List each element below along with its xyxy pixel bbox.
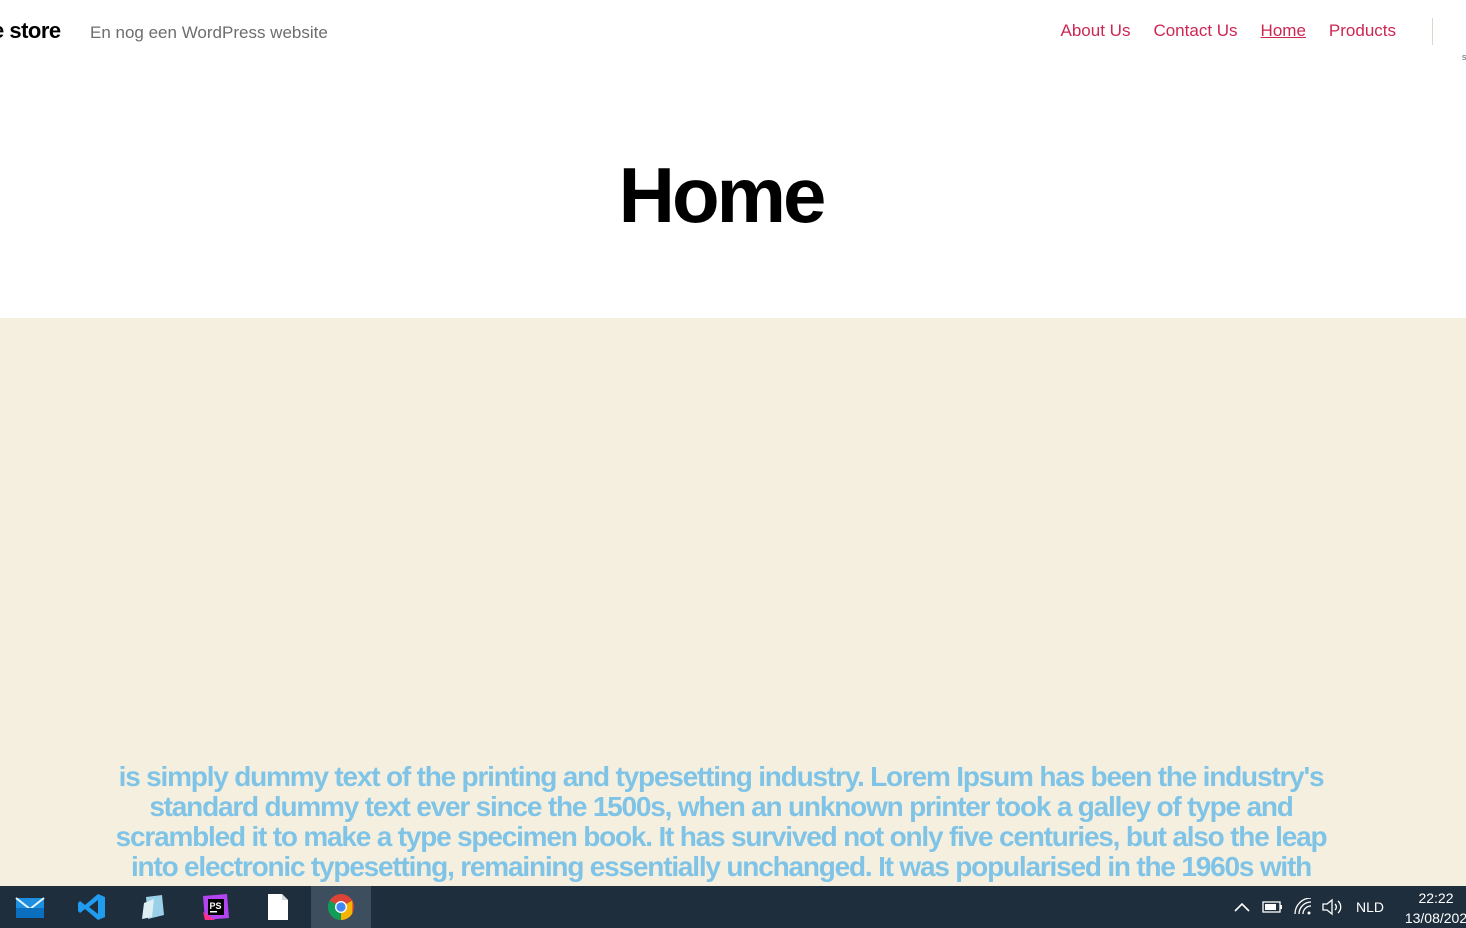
menu-item-home[interactable]: Home [1261, 21, 1306, 41]
volume-icon[interactable] [1321, 886, 1343, 928]
file-icon[interactable] [248, 886, 308, 928]
site-description: En nog een WordPress website [90, 23, 328, 42]
menu-item-about-us[interactable]: About Us [1061, 21, 1131, 41]
clock-date: 13/08/202 [1404, 910, 1466, 926]
site-header: e store En nog een WordPress website Abo… [0, 0, 1466, 70]
taskbar: PS NLD 22:22 13/08/202 [0, 886, 1466, 928]
battery-icon[interactable] [1262, 886, 1284, 928]
search-toggle-icon[interactable]: s [1462, 52, 1466, 62]
vscode-icon[interactable] [62, 886, 122, 928]
show-hidden-icons-icon[interactable] [1232, 886, 1252, 928]
cover-block: is simply dummy text of the printing and… [0, 318, 1466, 886]
menu-item-contact-us[interactable]: Contact Us [1153, 21, 1237, 41]
header-divider [1432, 18, 1433, 45]
cover-text: is simply dummy text of the printing and… [115, 761, 1328, 882]
language-indicator[interactable]: NLD [1356, 886, 1384, 928]
svg-text:PS: PS [210, 901, 222, 911]
phpstorm-icon[interactable]: PS [186, 886, 246, 928]
primary-menu: About Us Contact Us Home Products [1061, 21, 1396, 41]
mail-icon[interactable] [0, 886, 60, 928]
site-title[interactable]: e store [0, 18, 61, 44]
chrome-icon[interactable] [311, 886, 371, 928]
clock[interactable]: 22:22 13/08/202 [1396, 888, 1466, 928]
notepad-icon[interactable] [124, 886, 184, 928]
menu-item-products[interactable]: Products [1329, 21, 1396, 41]
language-label: NLD [1356, 899, 1385, 915]
clock-time: 22:22 [1418, 890, 1454, 906]
wifi-icon[interactable] [1293, 886, 1313, 928]
page-title: Home [618, 151, 827, 239]
